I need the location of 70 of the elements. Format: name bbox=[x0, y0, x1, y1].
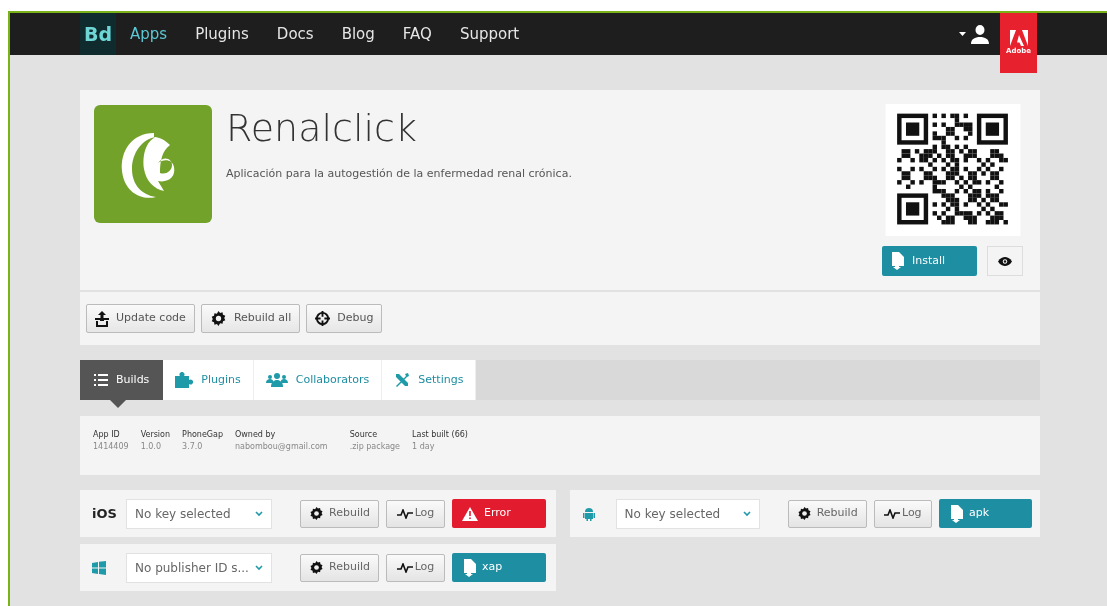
info-value: 1414409 bbox=[93, 441, 129, 453]
gear-icon bbox=[309, 505, 325, 522]
info-value: 3.7.0 bbox=[182, 441, 204, 453]
log-button[interactable]: Log bbox=[873, 499, 932, 528]
gear-icon bbox=[309, 559, 325, 576]
tab[interactable]: Collaborators bbox=[253, 360, 383, 400]
error-button[interactable]: Error bbox=[452, 499, 546, 528]
tab-pointer bbox=[110, 400, 126, 408]
download-button[interactable]: apk bbox=[938, 499, 1032, 528]
tab[interactable]: Builds bbox=[80, 360, 164, 400]
caret-icon[interactable] bbox=[959, 32, 966, 36]
tools-icon bbox=[394, 372, 411, 388]
gear-icon bbox=[209, 310, 227, 327]
nav-link[interactable]: FAQ bbox=[402, 22, 432, 46]
rebuild-button[interactable]: Rebuild bbox=[300, 499, 379, 528]
install-button[interactable]: Install bbox=[882, 246, 977, 276]
android-icon bbox=[582, 506, 596, 521]
download-icon bbox=[890, 252, 904, 270]
info-label: PhoneGap bbox=[182, 429, 224, 441]
crosshair-icon bbox=[315, 311, 331, 326]
app-description: Aplicación para la autogestión de la enfermedad renal crónica. bbox=[226, 166, 573, 182]
tab[interactable]: Settings bbox=[382, 360, 477, 400]
action-button[interactable]: Debug bbox=[306, 304, 383, 333]
pulse-icon bbox=[883, 508, 900, 519]
puzzle-icon bbox=[175, 372, 194, 388]
info-label: Last built (66) bbox=[412, 429, 468, 441]
chevron-icon bbox=[255, 510, 263, 517]
nav-link[interactable]: Blog bbox=[341, 22, 375, 46]
app-title: Renalclick bbox=[226, 106, 418, 150]
upload-icon bbox=[95, 310, 109, 327]
nav-link[interactable]: Apps bbox=[130, 22, 168, 46]
people-icon bbox=[265, 373, 288, 387]
action-button[interactable]: Rebuild all bbox=[200, 304, 301, 333]
chevron-icon bbox=[743, 510, 751, 517]
rebuild-button[interactable]: Rebuild bbox=[300, 553, 379, 582]
action-button[interactable]: Update code bbox=[86, 304, 195, 333]
key-dropdown[interactable]: No key selected bbox=[615, 498, 760, 529]
pulse-icon bbox=[396, 508, 413, 519]
app-icon bbox=[94, 105, 212, 223]
eye-icon bbox=[998, 256, 1012, 266]
log-button[interactable]: Log bbox=[386, 499, 445, 528]
warning-icon bbox=[462, 506, 478, 521]
rebuild-button[interactable]: Rebuild bbox=[787, 499, 867, 528]
preview-button[interactable] bbox=[987, 246, 1023, 276]
download-icon bbox=[462, 558, 476, 577]
info-value: .zip package bbox=[349, 441, 401, 453]
key-dropdown[interactable]: No key selected bbox=[126, 498, 272, 529]
platform-label: iOS bbox=[92, 504, 117, 523]
info-label: Version bbox=[140, 429, 171, 441]
list-icon bbox=[94, 374, 108, 386]
pulse-icon bbox=[396, 562, 413, 573]
chevron-icon bbox=[255, 564, 263, 571]
windows-icon bbox=[92, 560, 106, 575]
nav-link[interactable]: Docs bbox=[276, 22, 314, 46]
logo[interactable]: Bd bbox=[80, 13, 116, 55]
tab[interactable]: Plugins bbox=[163, 360, 254, 400]
log-button[interactable]: Log bbox=[386, 553, 445, 582]
nav-link[interactable]: Support bbox=[459, 22, 520, 46]
info-value: nabombou@gmail.com bbox=[235, 441, 328, 453]
info-label: Owned by bbox=[235, 429, 277, 441]
gear-icon bbox=[796, 505, 812, 522]
info-label: App ID bbox=[93, 429, 121, 441]
info-value: 1.0.0 bbox=[140, 441, 162, 453]
info-value: 1 day bbox=[412, 441, 436, 453]
nav-link[interactable]: Plugins bbox=[195, 22, 249, 46]
user-icon[interactable] bbox=[970, 24, 990, 44]
key-dropdown[interactable]: No publisher ID s... bbox=[126, 552, 272, 583]
download-icon bbox=[948, 504, 963, 523]
info-label: Source bbox=[349, 429, 379, 441]
download-button[interactable]: xap bbox=[452, 553, 546, 582]
